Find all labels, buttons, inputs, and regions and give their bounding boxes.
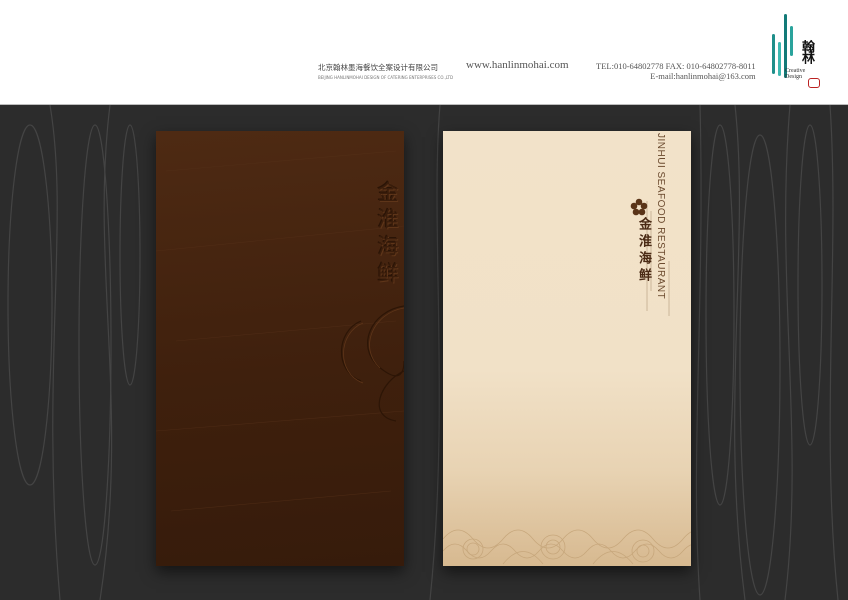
brand-logo: 翰林 Creative Design	[772, 12, 832, 94]
company-info: 北京翰林墨海餐饮全案设计有限公司 BEIJING HANLINMOHAI DES…	[318, 62, 458, 80]
seal-icon	[808, 78, 820, 88]
logo-name-cn: 翰林	[799, 40, 814, 62]
website-link[interactable]: www.hanlinmohai.com	[466, 59, 569, 71]
logo-stroke	[790, 26, 793, 56]
wood-grain-pattern	[7, 105, 839, 600]
dark-menu-cover: 金淮海鲜	[156, 131, 404, 566]
display-backdrop	[0, 105, 848, 600]
logo-stroke	[778, 42, 781, 76]
logo-tagline-line2: Design	[785, 74, 802, 80]
light-menu-cover: JINHUI SEAFOOD RESTAURANT 金淮海鲜	[443, 131, 691, 566]
company-name-en: BEIJING HANLINMOHAI DESIGN OF CATERING E…	[318, 75, 454, 80]
restaurant-name-en: JINHUI SEAFOOD RESTAURANT	[655, 133, 666, 300]
wave-pattern	[443, 529, 691, 565]
flower-icon	[630, 198, 648, 216]
logo-stroke	[772, 34, 775, 74]
header-bar: 北京翰林墨海餐饮全案设计有限公司 BEIJING HANLINMOHAI DES…	[0, 0, 848, 105]
restaurant-name-cn: 金淮海鲜	[636, 217, 651, 285]
embossed-title: 金淮海鲜	[375, 181, 399, 289]
tel-fax: TEL:010-64802778 FAX: 010-64802778-8011	[596, 61, 756, 71]
email-address[interactable]: E-mail:hanlinmohai@163.com	[596, 71, 755, 81]
company-name-cn: 北京翰林墨海餐饮全案设计有限公司	[318, 63, 438, 72]
contact-info: TEL:010-64802778 FAX: 010-64802778-8011 …	[596, 61, 756, 81]
texture-lines	[156, 150, 404, 512]
logo-tagline: Creative Design	[785, 68, 805, 80]
